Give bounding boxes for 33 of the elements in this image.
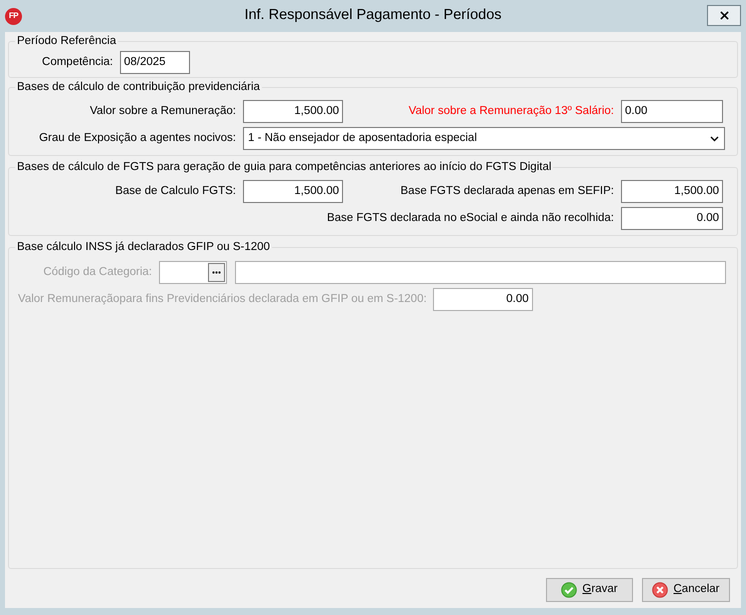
field-label: Valor Remuneraçãopara fins Previdenciários declarada em GFIP ou em S-1200: <box>18 292 427 307</box>
chevron-down-icon <box>710 136 719 142</box>
field-label: Valor sobre a Remuneração 13º Salário: <box>408 104 614 119</box>
input-field[interactable] <box>159 261 227 284</box>
x-circle-icon <box>652 582 668 598</box>
input-field[interactable]: 0.00 <box>621 100 723 123</box>
section-title: Período Referência <box>16 34 118 49</box>
cancel-button[interactable]: Cancelar <box>642 578 730 602</box>
section-title: Bases de cálculo de contribuição previdenciária <box>16 80 261 95</box>
field-label: Grau de Exposição a agentes nocivos: <box>39 131 236 146</box>
field-label: Base FGTS declarada no eSocial e ainda não recolhida: <box>326 211 614 226</box>
field-label: Valor sobre a Remuneração: <box>90 104 236 119</box>
close-icon <box>720 11 728 20</box>
field-label: Base FGTS declarada apenas em SEFIP: <box>400 184 614 199</box>
app-logo: FP <box>5 8 22 24</box>
close-button[interactable] <box>707 5 741 26</box>
input-field[interactable]: 1,500.00 <box>243 100 343 123</box>
input-field[interactable]: 1,500.00 <box>243 180 343 203</box>
input-field[interactable]: 08/2025 <box>120 51 190 74</box>
dropdown[interactable]: 1 - Não ensejador de aposentadoria especial <box>243 127 725 150</box>
input-field[interactable]: 0.00 <box>621 207 723 230</box>
section-title: Bases de cálculo de FGTS para geração de guia para competências anteriores ao início do FGTS Digital <box>16 160 552 175</box>
section-title: Base cálculo INSS já declarados GFIP ou S-1200 <box>16 240 271 255</box>
field-label: Competência: <box>41 55 113 70</box>
field-label: Código da Categoria: <box>42 265 152 280</box>
save-button[interactable]: Gravar <box>546 578 633 602</box>
input-field[interactable]: 1,500.00 <box>621 180 723 203</box>
ellipsis-icon <box>212 271 221 274</box>
check-circle-icon <box>561 582 578 598</box>
window-title: Inf. Responsável Pagamento - Períodos <box>244 6 502 26</box>
lookup-button[interactable] <box>208 263 225 282</box>
field-label: Base de Calculo FGTS: <box>115 184 236 199</box>
input-field[interactable] <box>235 261 726 284</box>
